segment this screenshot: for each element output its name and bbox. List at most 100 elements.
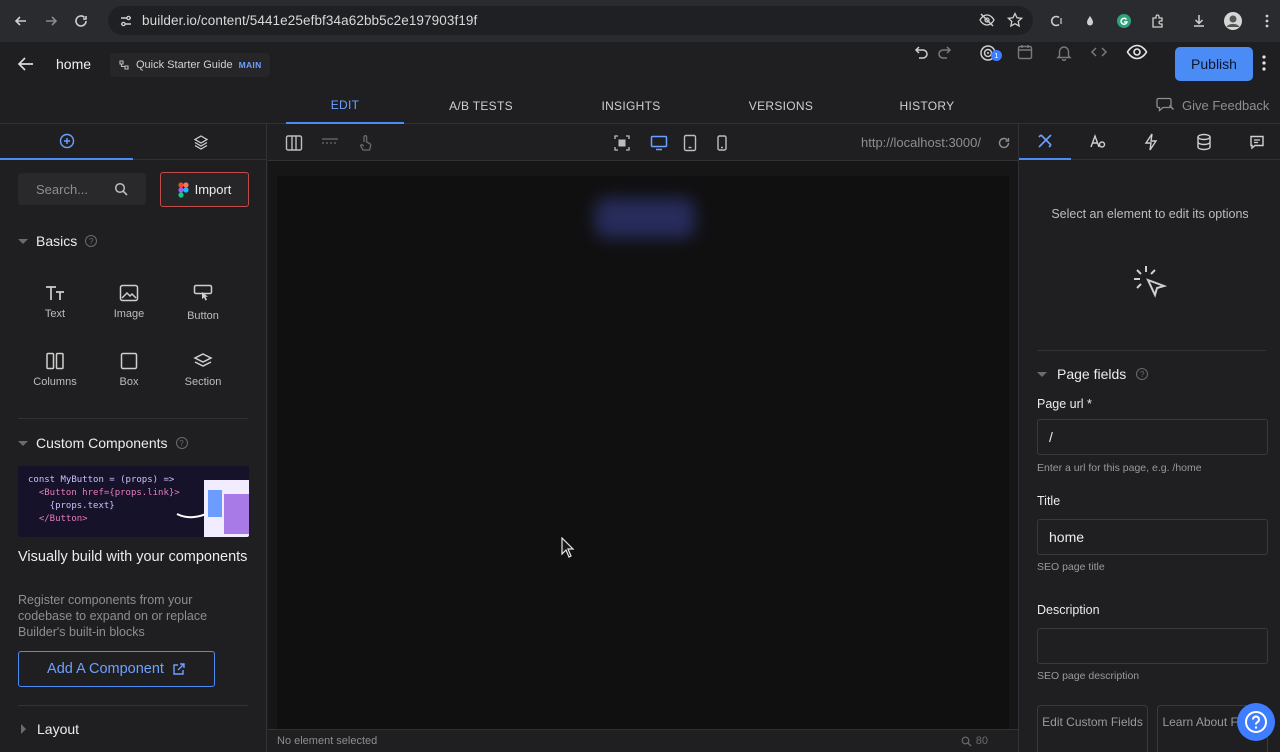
edit-custom-fields-button[interactable]: Edit Custom Fields bbox=[1037, 705, 1148, 752]
page-title: home bbox=[56, 56, 92, 72]
description-input[interactable] bbox=[1037, 628, 1268, 664]
desktop-view-icon[interactable] bbox=[648, 132, 670, 154]
help-icon[interactable]: ? bbox=[1136, 368, 1149, 380]
image-icon bbox=[119, 284, 139, 302]
extension-drop-icon[interactable] bbox=[1077, 8, 1103, 34]
block-text[interactable]: Text bbox=[18, 276, 92, 336]
add-component-button[interactable]: Add A Component bbox=[18, 651, 215, 687]
mobile-view-icon[interactable] bbox=[711, 132, 733, 154]
search-input[interactable]: Search... bbox=[18, 173, 146, 205]
download-icon[interactable] bbox=[1186, 8, 1212, 34]
import-label: Import bbox=[194, 182, 232, 197]
description-label: Description bbox=[1037, 603, 1100, 617]
browser-forward-icon[interactable] bbox=[36, 6, 66, 36]
refresh-preview-icon[interactable] bbox=[993, 132, 1015, 154]
description-hint: SEO page description bbox=[1037, 670, 1140, 682]
tablet-view-icon[interactable] bbox=[679, 132, 701, 154]
more-options-icon[interactable] bbox=[1262, 55, 1266, 71]
schedule-icon[interactable] bbox=[1012, 39, 1038, 65]
pointer-click-icon bbox=[1131, 262, 1171, 304]
spacing-icon[interactable] bbox=[319, 132, 341, 154]
tab-insights[interactable]: INSIGHTS bbox=[580, 87, 682, 124]
extension-c-icon[interactable] bbox=[1043, 8, 1069, 34]
tab-style[interactable] bbox=[1019, 124, 1071, 160]
figma-icon bbox=[177, 181, 189, 198]
block-section[interactable]: Section bbox=[166, 344, 240, 404]
avatar[interactable] bbox=[1220, 8, 1246, 34]
eye-off-icon[interactable] bbox=[979, 12, 995, 28]
tab-ab-tests[interactable]: A/B TESTS bbox=[430, 87, 532, 124]
layout-header[interactable]: Layout bbox=[18, 721, 79, 737]
bell-icon[interactable] bbox=[1051, 39, 1077, 65]
style-tools-icon bbox=[1036, 132, 1054, 150]
editor-canvas[interactable] bbox=[268, 161, 1018, 729]
preview-eye-icon[interactable] bbox=[1124, 39, 1150, 65]
extensions-puzzle-icon[interactable] bbox=[1145, 8, 1171, 34]
typography-icon bbox=[1089, 133, 1107, 151]
bookmark-star-icon[interactable] bbox=[1007, 12, 1023, 28]
fit-screen-icon[interactable] bbox=[611, 132, 633, 154]
tab-typography[interactable] bbox=[1072, 124, 1124, 160]
columns-icon bbox=[45, 352, 65, 370]
extension-grammarly-icon[interactable] bbox=[1111, 8, 1137, 34]
divider bbox=[18, 705, 248, 706]
custom-components-title: Custom Components bbox=[36, 435, 168, 451]
comment-icon bbox=[1249, 134, 1265, 150]
help-chat-button[interactable] bbox=[1237, 703, 1275, 741]
custom-components-illustration: const MyButton = (props) => <Button href… bbox=[18, 466, 249, 537]
custom-components-heading: Visually build with your components bbox=[18, 549, 248, 565]
title-input[interactable]: home bbox=[1037, 519, 1268, 555]
canvas-status-bar: No element selected 80 bbox=[268, 729, 1018, 752]
preview-frame[interactable] bbox=[277, 176, 1009, 729]
block-label: Button bbox=[187, 310, 219, 322]
zoom-level[interactable]: 80 bbox=[961, 735, 988, 747]
basics-header[interactable]: Basics ? bbox=[18, 233, 98, 249]
page-fields-header[interactable]: Page fields ? bbox=[1037, 366, 1149, 382]
undo-icon[interactable] bbox=[907, 39, 933, 65]
block-columns[interactable]: Columns bbox=[18, 344, 92, 404]
browser-reload-icon[interactable] bbox=[66, 6, 96, 36]
tab-edit[interactable]: EDIT bbox=[286, 87, 404, 124]
browser-nav bbox=[6, 6, 96, 36]
block-label: Image bbox=[113, 308, 145, 320]
columns-view-icon[interactable] bbox=[283, 132, 305, 154]
address-url[interactable]: builder.io/content/5441e25efbf34a62bb5c2… bbox=[142, 13, 477, 28]
block-box[interactable]: Box bbox=[92, 344, 166, 404]
site-info-icon[interactable] bbox=[112, 14, 140, 28]
block-image[interactable]: Image bbox=[92, 276, 166, 336]
back-arrow-icon[interactable] bbox=[14, 52, 38, 76]
browser-menu-icon[interactable] bbox=[1254, 8, 1280, 34]
interact-hand-icon[interactable] bbox=[355, 132, 377, 154]
tab-history[interactable]: HISTORY bbox=[876, 87, 978, 124]
block-label: Box bbox=[119, 376, 139, 388]
tab-versions[interactable]: VERSIONS bbox=[730, 87, 832, 124]
tab-data[interactable] bbox=[1178, 124, 1230, 160]
tab-layers[interactable] bbox=[134, 124, 266, 160]
button-icon bbox=[193, 284, 213, 304]
branch-selector[interactable]: Quick Starter Guide MAIN bbox=[110, 53, 270, 77]
custom-components-description: Register components from your codebase t… bbox=[18, 593, 208, 639]
help-icon[interactable]: ? bbox=[175, 437, 188, 449]
block-button[interactable]: Button bbox=[166, 276, 240, 336]
import-figma-button[interactable]: Import bbox=[160, 172, 249, 207]
tab-interactions[interactable] bbox=[1125, 124, 1177, 160]
address-bar[interactable]: builder.io/content/5441e25efbf34a62bb5c2… bbox=[108, 6, 1033, 35]
custom-components-header[interactable]: Custom Components ? bbox=[18, 435, 188, 451]
feedback-icon bbox=[1156, 96, 1176, 114]
extensions bbox=[1043, 8, 1171, 34]
code-icon[interactable] bbox=[1086, 39, 1112, 65]
text-icon bbox=[45, 284, 65, 302]
add-component-label: Add A Component bbox=[47, 661, 164, 677]
editor-tabs: EDIT A/B TESTS INSIGHTS VERSIONS HISTORY… bbox=[0, 87, 1280, 124]
publish-button[interactable]: Publish bbox=[1175, 47, 1253, 81]
browser-back-icon[interactable] bbox=[6, 6, 36, 36]
selection-status: No element selected bbox=[277, 735, 378, 747]
give-feedback-button[interactable]: Give Feedback bbox=[1156, 96, 1269, 114]
redo-icon[interactable] bbox=[933, 39, 959, 65]
preview-url[interactable]: http://localhost:3000/ bbox=[861, 135, 981, 150]
help-icon[interactable]: ? bbox=[85, 235, 98, 247]
basics-title: Basics bbox=[36, 233, 78, 249]
page-url-input[interactable]: / bbox=[1037, 419, 1268, 455]
tab-insert[interactable] bbox=[0, 124, 133, 160]
tab-comments[interactable] bbox=[1231, 124, 1280, 160]
